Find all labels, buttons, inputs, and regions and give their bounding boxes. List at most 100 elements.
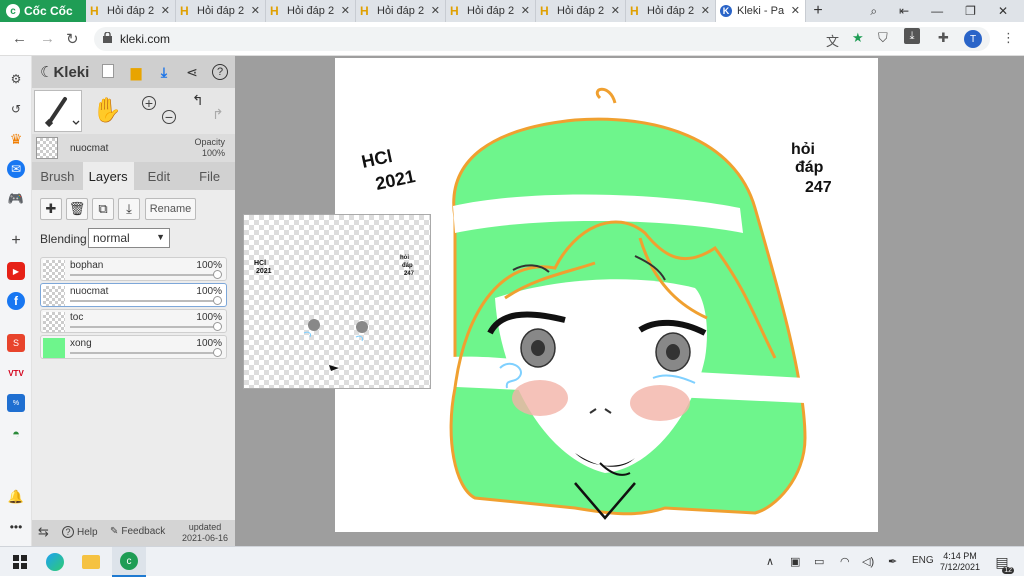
zoom-out-icon[interactable]: −: [162, 110, 176, 124]
tab-edit[interactable]: Edit: [134, 162, 185, 190]
address-bar[interactable]: kleki.com 文 ★ ⛉ ⤓: [94, 27, 990, 51]
messenger-icon[interactable]: ✉: [7, 160, 25, 178]
layer-row[interactable]: toc 100%: [40, 309, 227, 333]
tray-device-icon[interactable]: ▣: [790, 555, 800, 568]
slider-knob[interactable]: [213, 322, 222, 331]
slider-knob[interactable]: [213, 270, 222, 279]
system-clock[interactable]: 4:14 PM 7/12/2021: [932, 551, 988, 573]
history-icon[interactable]: ↺: [7, 100, 25, 118]
tab-search-icon[interactable]: ⌕: [870, 4, 877, 19]
close-window-icon[interactable]: ✕: [998, 4, 1008, 18]
slider-knob[interactable]: [213, 348, 222, 357]
vtv-icon[interactable]: VTV: [7, 364, 25, 382]
notification-bell-icon[interactable]: 🔔: [7, 488, 25, 506]
download-icon[interactable]: ⤓: [904, 28, 920, 44]
back-arrow-icon[interactable]: ←: [12, 30, 27, 47]
blending-select[interactable]: normal ▼: [88, 228, 170, 248]
add-layer-button[interactable]: ✚: [40, 198, 62, 220]
tab-brush[interactable]: Brush: [32, 162, 83, 190]
layer-opacity-slider[interactable]: [70, 300, 220, 302]
language-indicator[interactable]: ENG: [912, 555, 934, 566]
browser-tab-active[interactable]: K Kleki - Pa ✕: [716, 0, 806, 22]
browser-tab[interactable]: H Hỏi đáp 2 ✕: [266, 0, 356, 22]
crown-icon[interactable]: ♛: [7, 130, 25, 148]
help-question-icon[interactable]: ?: [212, 64, 228, 80]
pen-icon[interactable]: ✒: [888, 555, 897, 568]
shopee-icon[interactable]: S: [7, 334, 25, 352]
close-tab-icon[interactable]: ✕: [791, 4, 800, 17]
browser-brand[interactable]: c Cốc Cốc: [0, 0, 86, 22]
zoom-in-icon[interactable]: +: [142, 96, 156, 110]
tab-file[interactable]: File: [184, 162, 235, 190]
download-save-icon[interactable]: ⤓: [156, 64, 172, 80]
hat-icon[interactable]: ◓: [7, 424, 25, 442]
browser-tab[interactable]: H Hỏi đáp 2 ✕: [626, 0, 716, 22]
battery-icon[interactable]: ▭: [814, 555, 824, 568]
layer-opacity-slider[interactable]: [70, 326, 220, 328]
tray-chevron-up-icon[interactable]: ∧: [766, 555, 774, 568]
new-tab-button[interactable]: +: [806, 0, 830, 22]
layer-preview-window[interactable]: HCl 2021 hỏi đáp 247: [243, 214, 431, 389]
layer-row-selected[interactable]: nuocmat 100%: [40, 283, 227, 307]
close-tab-icon[interactable]: ✕: [611, 4, 620, 17]
close-tab-icon[interactable]: ✕: [521, 4, 530, 17]
volume-icon[interactable]: ◁): [862, 555, 874, 568]
drawing-canvas-area[interactable]: HCl 2021 hỏi đáp 247 HCl 2021 hỏi đáp 24…: [235, 56, 1024, 546]
reload-icon[interactable]: ↻: [66, 30, 79, 48]
close-tab-icon[interactable]: ✕: [701, 4, 710, 17]
layer-opacity-slider[interactable]: [70, 274, 220, 276]
add-shortcut-icon[interactable]: +: [7, 232, 25, 250]
layer-row[interactable]: xong 100%: [40, 335, 227, 359]
settings-gear-icon[interactable]: ⚙: [7, 70, 25, 88]
slider-knob[interactable]: [213, 296, 222, 305]
browser-tab[interactable]: H Hỏi đáp 2 ✕: [176, 0, 266, 22]
tab-layers[interactable]: Layers: [82, 162, 134, 190]
rename-layer-button[interactable]: Rename: [145, 198, 196, 220]
feedback-link[interactable]: ✎ Feedback: [110, 526, 165, 537]
brush-tool-button[interactable]: [34, 90, 82, 132]
bookmark-star-icon[interactable]: ★: [852, 30, 864, 46]
swap-side-icon[interactable]: ⇆: [38, 524, 49, 540]
coccoc-taskbar-icon[interactable]: c: [112, 547, 146, 577]
close-tab-icon[interactable]: ✕: [341, 4, 350, 17]
menu-kebab-icon[interactable]: ⋮: [1002, 30, 1015, 46]
wifi-icon[interactable]: ◠: [840, 555, 850, 568]
browser-tab[interactable]: H Hỏi đáp 2 ✕: [536, 0, 626, 22]
layer-opacity-slider[interactable]: [70, 352, 220, 354]
help-link[interactable]: ? Help: [62, 526, 98, 538]
extensions-puzzle-icon[interactable]: ✚: [938, 30, 949, 46]
close-tab-icon[interactable]: ✕: [431, 4, 440, 17]
share-icon[interactable]: ⋖: [184, 64, 200, 80]
close-tab-icon[interactable]: ✕: [161, 4, 170, 17]
youtube-icon[interactable]: ▶: [7, 262, 25, 280]
delete-layer-button[interactable]: 🗑: [66, 198, 88, 220]
browser-tab[interactable]: H Hỏi đáp 2 ✕: [86, 0, 176, 22]
hand-tool-icon[interactable]: ✋: [92, 96, 122, 125]
profile-avatar[interactable]: T: [964, 30, 982, 48]
close-tab-icon[interactable]: ✕: [251, 4, 260, 17]
promo-icon[interactable]: %: [7, 394, 25, 412]
opacity-readout[interactable]: Opacity 100%: [194, 137, 225, 159]
game-controller-icon[interactable]: 🎮: [7, 190, 25, 208]
more-dots-icon[interactable]: •••: [7, 518, 25, 536]
windows-start-icon[interactable]: [10, 552, 30, 572]
merge-layer-button[interactable]: ⤓: [118, 198, 140, 220]
undo-icon[interactable]: ↰: [192, 92, 204, 109]
notification-center-icon[interactable]: ▤ 12: [992, 552, 1014, 574]
new-image-icon[interactable]: [102, 64, 114, 78]
minimize-icon[interactable]: —: [931, 4, 943, 18]
updated-info[interactable]: updated 2021-06-16: [182, 522, 228, 544]
browser-tab[interactable]: H Hỏi đáp 2 ✕: [446, 0, 536, 22]
back-tab-icon[interactable]: ⇤: [899, 4, 909, 18]
translate-icon[interactable]: 文: [826, 31, 839, 50]
open-folder-icon[interactable]: ▆: [128, 64, 144, 80]
redo-icon[interactable]: ↱: [212, 106, 224, 123]
layer-row[interactable]: bophan 100%: [40, 257, 227, 281]
file-explorer-icon[interactable]: [82, 555, 100, 569]
restore-icon[interactable]: ❐: [965, 4, 976, 18]
browser-tab[interactable]: H Hỏi đáp 2 ✕: [356, 0, 446, 22]
duplicate-layer-button[interactable]: ⧉: [92, 198, 114, 220]
facebook-icon[interactable]: f: [7, 292, 25, 310]
edge-browser-icon[interactable]: [46, 553, 64, 571]
shield-icon[interactable]: ⛉: [878, 30, 888, 46]
